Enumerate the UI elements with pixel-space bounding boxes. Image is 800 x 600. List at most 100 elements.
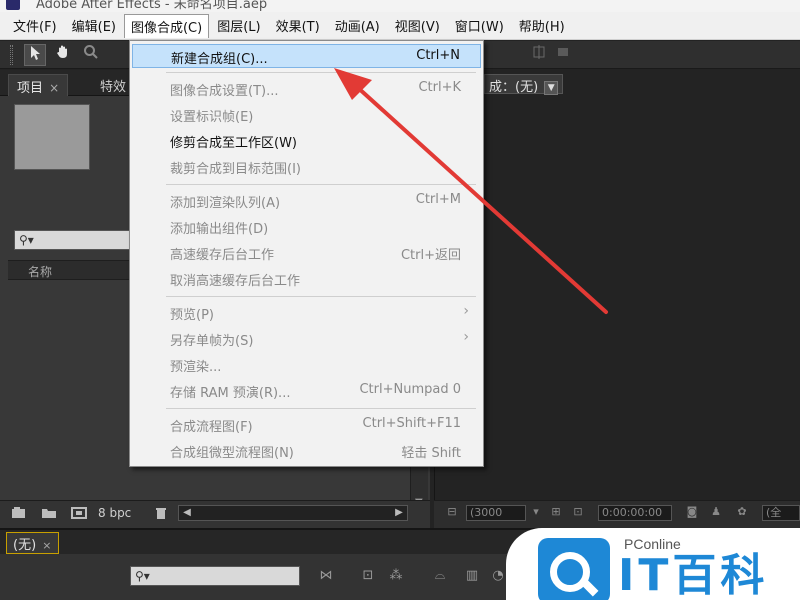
menu-window[interactable]: 窗口(W) <box>448 14 511 37</box>
menu-edit[interactable]: 编辑(E) <box>65 14 123 37</box>
menu-item-comp-flowchart[interactable]: 合成流程图(F) Ctrl+Shift+F11 <box>132 413 481 437</box>
chevron-right-icon: › <box>463 303 469 319</box>
column-name[interactable]: 名称 <box>28 263 52 280</box>
menu-item-cache-work-area[interactable]: 高速缓存后台工作 Ctrl+返回 <box>132 241 481 265</box>
watermark-title: IT百科 <box>618 550 769 600</box>
current-time-display[interactable]: 0:00:00:00 <box>598 505 672 521</box>
chevron-right-icon: › <box>463 329 469 345</box>
composition-panel <box>434 70 800 528</box>
menu-item-save-frame-as[interactable]: 另存单帧为(S) › <box>132 327 481 351</box>
resolution-select[interactable]: (全 <box>762 505 800 521</box>
hand-tool-icon[interactable] <box>52 44 74 66</box>
menu-item-shortcut: Ctrl+K <box>418 80 461 95</box>
scroll-left-icon[interactable]: ◀ <box>180 506 194 520</box>
menu-separator <box>166 72 476 73</box>
tab-composition[interactable]: 成：(无) ▼ <box>484 74 564 95</box>
shy-layers-icon[interactable]: ⌓ <box>430 566 450 586</box>
after-effects-icon <box>6 0 20 10</box>
menu-separator <box>166 184 476 185</box>
menu-item-composition-settings[interactable]: 图像合成设置(T)... Ctrl+K <box>132 77 481 101</box>
chevron-down-icon[interactable]: ▼ <box>544 80 559 95</box>
menu-item-label: 存储 RAM 预演(R)... <box>170 386 291 401</box>
composition-menu: 新建合成组(C)... Ctrl+N 图像合成设置(T)... Ctrl+K 设… <box>129 40 484 467</box>
menu-item-new-composition[interactable]: 新建合成组(C)... Ctrl+N <box>132 44 481 68</box>
menu-item-shortcut: Ctrl+Shift+F11 <box>362 416 461 431</box>
menu-item-shortcut: Ctrl+M <box>415 192 461 207</box>
tab-effects[interactable]: 特效 <box>92 74 134 96</box>
new-composition-icon[interactable] <box>70 506 88 522</box>
menu-separator <box>166 296 476 297</box>
snapshot-icon[interactable]: ◙ <box>684 504 700 520</box>
menu-view[interactable]: 视图(V) <box>388 14 447 37</box>
menu-animation[interactable]: 动画(A) <box>328 14 387 37</box>
new-folder-icon[interactable] <box>40 506 58 522</box>
close-icon[interactable]: × <box>49 81 59 95</box>
menu-item-add-output-module[interactable]: 添加输出组件(D) <box>132 215 481 239</box>
window-title: Adobe After Effects - 未命名项目.aep <box>36 0 268 12</box>
live-update-icon[interactable]: ⊡ <box>358 566 378 586</box>
scroll-right-icon[interactable]: ▶ <box>392 506 406 520</box>
comp-mini-flowchart-icon[interactable]: ⋈ <box>316 566 336 586</box>
menu-composition[interactable]: 图像合成(C) <box>123 13 210 38</box>
timeline-search-input[interactable]: ⚲▾ <box>130 566 300 586</box>
tab-project-label: 项目 <box>17 81 44 96</box>
menu-item-set-poster-time[interactable]: 设置标识帧(E) <box>132 103 481 127</box>
menu-file[interactable]: 文件(F) <box>6 14 64 37</box>
chevron-down-icon[interactable]: ▾ <box>528 504 544 520</box>
menu-item-add-to-render-queue[interactable]: 添加到渲染队列(A) Ctrl+M <box>132 189 481 213</box>
selection-tool-icon[interactable] <box>24 44 46 66</box>
menu-item-shortcut: Ctrl+返回 <box>400 248 461 263</box>
magnification-select[interactable]: (3000 <box>466 505 526 521</box>
menu-item-comp-mini-flowchart[interactable]: 合成组微型流程图(N) 轻击 Shift <box>132 439 481 463</box>
mask-visibility-icon[interactable]: ⊡ <box>570 504 586 520</box>
menu-item-preview[interactable]: 预览(P) › <box>132 301 481 325</box>
menu-item-label: 设置标识帧(E) <box>170 110 254 125</box>
show-snapshot-icon[interactable]: ♟ <box>708 504 724 520</box>
trash-icon[interactable] <box>152 506 170 522</box>
menu-layer[interactable]: 图层(L) <box>210 14 267 37</box>
menu-help[interactable]: 帮助(H) <box>512 14 572 37</box>
menu-item-crop-comp-to-region[interactable]: 裁剪合成到目标范围(I) <box>132 155 481 179</box>
menu-item-label: 高速缓存后台工作 <box>170 248 275 263</box>
menu-item-label: 新建合成组(C)... <box>171 52 268 67</box>
menu-item-label: 修剪合成至工作区(W) <box>170 136 297 151</box>
draft-3d-icon[interactable]: ⁂ <box>386 566 406 586</box>
menu-item-trim-comp-to-work-area[interactable]: 修剪合成至工作区(W) <box>132 129 481 153</box>
menu-item-label: 合成组微型流程图(N) <box>170 446 294 461</box>
menu-item-label: 添加到渲染队列(A) <box>170 196 281 211</box>
menu-item-shortcut: Ctrl+N <box>416 48 460 63</box>
menu-item-label: 预渲染... <box>170 360 222 375</box>
menu-item-save-ram-preview[interactable]: 存储 RAM 预演(R)... Ctrl+Numpad 0 <box>132 379 481 403</box>
align-icon[interactable] <box>552 44 574 66</box>
motion-blur-icon[interactable]: ◔ <box>488 566 508 586</box>
menu-item-label: 图像合成设置(T)... <box>170 84 279 99</box>
composition-tab-label: 成：(无) <box>489 80 539 95</box>
menu-item-pre-render[interactable]: 预渲染... <box>132 353 481 377</box>
menu-effect[interactable]: 效果(T) <box>269 14 327 37</box>
tab-timeline[interactable]: (无) × <box>6 532 59 554</box>
project-horizontal-scrollbar[interactable]: ◀ ▶ <box>178 505 408 521</box>
tab-project[interactable]: 项目 × <box>8 74 69 96</box>
title-bar: Adobe After Effects - 未命名项目.aep <box>0 0 800 12</box>
bit-depth-label[interactable]: 8 bpc <box>98 506 131 520</box>
pconline-watermark: PConline IT百科 <box>506 528 800 600</box>
interpret-footage-icon[interactable] <box>10 506 28 522</box>
zoom-tool-icon[interactable] <box>80 44 102 66</box>
always-preview-icon[interactable]: ⊟ <box>444 504 460 520</box>
snapping-icon[interactable] <box>528 44 550 66</box>
menu-item-label: 添加输出组件(D) <box>170 222 269 237</box>
project-search-input[interactable]: ⚲▾ <box>14 230 134 250</box>
menu-item-label: 另存单帧为(S) <box>170 334 254 349</box>
project-thumbnail <box>14 104 90 170</box>
menu-item-shortcut: Ctrl+Numpad 0 <box>359 382 461 397</box>
menu-item-label: 合成流程图(F) <box>170 420 253 435</box>
timeline-tab-label: (无) <box>13 538 37 553</box>
menu-item-cancel-cache-work-area[interactable]: 取消高速缓存后台工作 <box>132 267 481 291</box>
frame-blending-icon[interactable]: ▥ <box>462 566 482 586</box>
channel-icon[interactable]: ✿ <box>734 504 750 520</box>
close-icon[interactable]: × <box>42 539 51 552</box>
toolbar-grip[interactable] <box>10 45 13 65</box>
safe-zones-icon[interactable]: ⊞ <box>548 504 564 520</box>
menu-separator <box>166 408 476 409</box>
magnifier-logo-icon <box>538 538 610 600</box>
